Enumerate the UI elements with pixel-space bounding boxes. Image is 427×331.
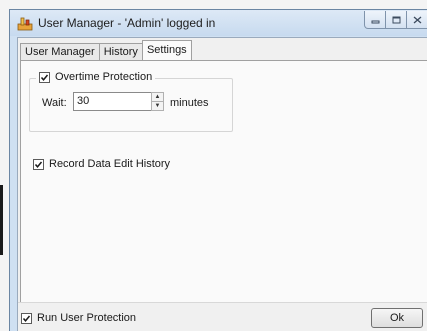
wait-minutes-input[interactable]: 30 [73, 92, 153, 111]
minimize-icon [371, 20, 379, 23]
caption-buttons [364, 11, 427, 29]
overtime-protection-legend[interactable]: Overtime Protection [36, 71, 156, 83]
overtime-protection-group: Overtime Protection Wait: 30 ▲ ▼ minutes [29, 71, 233, 132]
maximize-button[interactable] [386, 11, 407, 29]
title-bar[interactable]: User Manager - 'Admin' logged in [10, 10, 427, 36]
up-arrow-icon: ▲ [154, 94, 161, 100]
spinner-down-button[interactable]: ▼ [151, 102, 164, 111]
window-client-area: User Manager History Settings Overtime P… [17, 37, 427, 331]
run-user-protection-checkbox[interactable] [21, 312, 32, 324]
overtime-protection-label: Overtime Protection [55, 71, 153, 83]
tab-user-manager[interactable]: User Manager [20, 43, 100, 60]
run-user-protection-option[interactable]: Run User Protection [21, 312, 136, 324]
settings-panel: Overtime Protection Wait: 30 ▲ ▼ minutes [20, 60, 427, 331]
minimize-button[interactable] [364, 11, 386, 29]
footer-bar: Run User Protection Ok [18, 302, 427, 331]
tab-settings[interactable]: Settings [141, 40, 192, 60]
wait-label: Wait: [42, 97, 67, 109]
checkmark-icon [40, 74, 49, 81]
window-edge-shadow [0, 185, 3, 255]
down-arrow-icon: ▼ [154, 103, 161, 109]
user-manager-window: User Manager - 'Admin' logged in User Ma… [9, 9, 427, 331]
ok-button[interactable]: Ok [371, 308, 423, 328]
checkmark-icon [34, 161, 43, 168]
tab-strip: User Manager History Settings [20, 40, 192, 60]
record-history-checkbox[interactable] [33, 158, 44, 170]
window-title: User Manager - 'Admin' logged in [38, 16, 216, 30]
overtime-protection-checkbox[interactable] [39, 71, 50, 83]
record-history-label: Record Data Edit History [49, 158, 171, 170]
run-user-protection-label: Run User Protection [37, 312, 137, 324]
tab-history[interactable]: History [98, 43, 143, 60]
close-button[interactable] [407, 11, 427, 29]
checkmark-icon [22, 315, 31, 322]
record-history-option[interactable]: Record Data Edit History [33, 158, 170, 170]
close-icon [413, 16, 421, 23]
maximize-icon [392, 16, 400, 23]
app-icon [17, 17, 33, 31]
spinner-up-button[interactable]: ▲ [151, 92, 164, 102]
minutes-label: minutes [170, 97, 209, 109]
wait-minutes-spinner: ▲ ▼ [151, 92, 164, 111]
